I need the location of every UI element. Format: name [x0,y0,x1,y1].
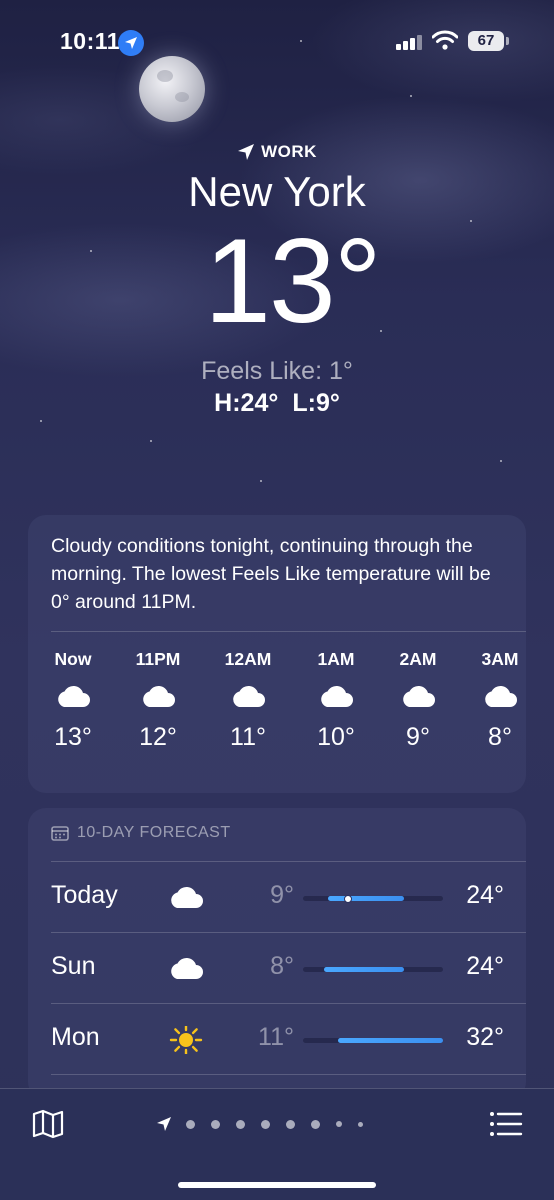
feels-like: Feels Like: 1° [201,357,353,385]
location-arrow-icon [238,144,255,160]
bottom-toolbar [0,1088,554,1200]
wifi-icon [431,30,459,55]
location-label-text: WORK [261,142,317,161]
current-temp-marker [343,894,352,903]
forecast-low: 11° [258,1023,294,1051]
high-low: H:24° L:9° [0,389,554,418]
status-bar: 10:11 67 [0,28,554,58]
hour-item: 1AM 10° [296,649,376,752]
hour-time: 3AM [481,649,519,669]
forecast-row[interactable]: Mon 11° 32° [28,1004,526,1074]
cloud-icon [140,683,176,709]
page-dot[interactable] [236,1119,245,1129]
low-temp: L:9° [292,389,340,417]
location-services-icon [118,30,144,56]
list-icon [490,1112,523,1136]
hour-temp: 10° [317,723,355,751]
temperature-range-bar [303,967,443,972]
map-icon [32,1109,64,1139]
hour-item: 11PM 12° [118,649,198,752]
hour-time: 11PM [135,649,181,669]
forecast-row[interactable]: Sun 8° 24° [28,933,526,1003]
page-dot[interactable] [336,1121,342,1127]
temperature-range-bar [303,1038,443,1043]
page-dot[interactable] [311,1119,320,1129]
cloud-icon [482,683,518,709]
forecast-header: 10-DAY FORECAST [51,824,231,842]
sun-icon [168,1023,204,1057]
conditions-summary: Cloudy conditions tonight, continuing th… [51,535,491,613]
ten-day-forecast-card[interactable]: 10-DAY FORECAST Today 9° 24° Sun 8° 24° Mon 11°… [28,808,526,1100]
forecast-high: 32° [466,1023,504,1051]
temperature-range-fill [324,967,404,972]
cellular-signal-icon [396,34,424,50]
cloud-icon [400,683,436,709]
forecast-high: 24° [466,952,504,980]
forecast-day: Today [51,881,118,909]
map-button[interactable] [30,1109,66,1139]
hour-item: 3AM 8° [460,649,540,752]
hour-time: Now [54,649,92,669]
calendar-icon [51,826,69,841]
temperature-range-bar [303,894,443,903]
moon-icon [139,56,205,122]
hour-temp: 13° [54,723,92,751]
hourly-forecast-card[interactable]: Cloudy conditions tonight, continuing th… [28,515,526,793]
cloud-icon [168,955,204,983]
hour-time: 2AM [399,649,437,669]
hour-temp: 12° [139,723,177,751]
hour-item: 12AM 11° [208,649,288,752]
forecast-day: Sun [51,952,96,980]
page-indicator[interactable] [156,1116,379,1132]
page-dot[interactable] [261,1119,270,1129]
cloud-icon [168,884,204,912]
hour-temp: 11° [230,723,266,751]
city-list-button[interactable] [488,1109,524,1139]
forecast-header-label: 10-DAY FORECAST [77,824,231,841]
cloud-icon [318,683,354,709]
location-page-icon [157,1117,171,1131]
hour-time: 1AM [317,649,355,669]
temperature-range-fill [328,896,404,901]
page-dot[interactable] [186,1119,195,1129]
forecast-day: Mon [51,1023,100,1051]
location-label: WORK [0,142,554,162]
hour-temp: 8° [488,723,512,751]
high-temp: H:24° [214,389,279,417]
battery-indicator: 67 [468,31,509,51]
forecast-low: 9° [270,881,294,909]
current-temperature: 13° [204,214,381,348]
hour-item: Now 13° [33,649,113,752]
cloud-icon [230,683,266,709]
forecast-row[interactable]: Today 9° 24° [28,862,526,932]
forecast-high: 24° [466,881,504,909]
city-name: New York [188,168,366,215]
hour-time: 12AM [224,649,272,669]
divider [51,631,526,632]
temperature-range-fill [338,1038,443,1043]
forecast-low: 8° [270,952,294,980]
status-time: 10:11 [60,28,121,54]
hour-item: 2AM 9° [378,649,458,752]
hourly-strip[interactable]: Now 13° 11PM 12° 12AM 11° 1AM 10° 2AM 9° 3AM 8° [28,649,526,779]
hour-temp: 9° [406,723,430,751]
page-dot[interactable] [211,1119,220,1129]
home-indicator[interactable] [178,1182,376,1188]
divider [51,1074,526,1075]
cloud-icon [55,683,91,709]
page-dot[interactable] [358,1121,363,1127]
page-dot[interactable] [286,1119,295,1129]
